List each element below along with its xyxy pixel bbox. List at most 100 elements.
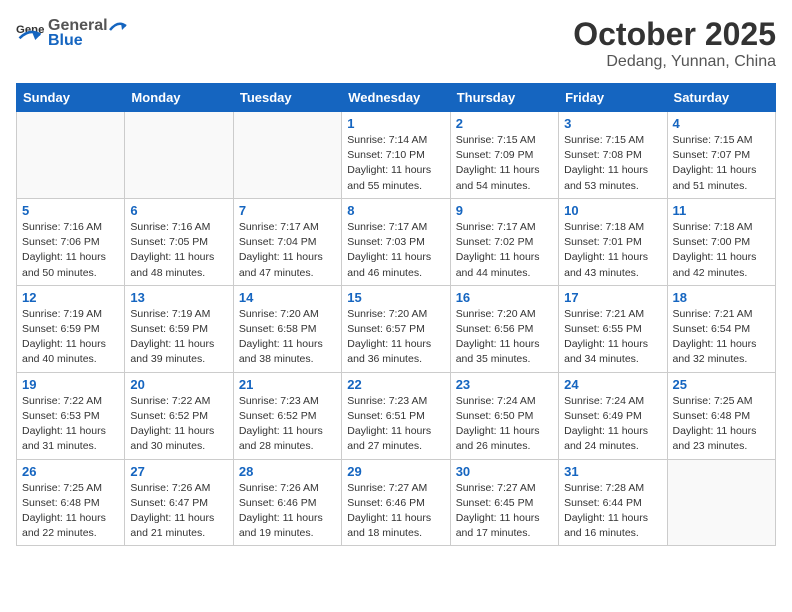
calendar-cell: 13 Sunrise: 7:19 AMSunset: 6:59 PMDayligh… <box>125 285 233 372</box>
calendar-cell: 25 Sunrise: 7:25 AMSunset: 6:48 PMDayligh… <box>667 372 775 459</box>
day-info: Sunrise: 7:26 AMSunset: 6:46 PMDaylight:… <box>239 481 336 542</box>
weekday-header: Monday <box>125 84 233 112</box>
day-number: 25 <box>673 377 770 392</box>
calendar-cell: 31 Sunrise: 7:28 AMSunset: 6:44 PMDayligh… <box>559 459 667 546</box>
day-number: 18 <box>673 290 770 305</box>
weekday-header: Tuesday <box>233 84 341 112</box>
day-info: Sunrise: 7:17 AMSunset: 7:03 PMDaylight:… <box>347 220 444 281</box>
week-row: 26Sunrise: 7:25 AMSunset: 6:48 PMDayligh… <box>17 459 776 546</box>
day-info: Sunrise: 7:15 AMSunset: 7:09 PMDaylight:… <box>456 133 553 194</box>
day-number: 22 <box>347 377 444 392</box>
day-number: 7 <box>239 203 336 218</box>
day-info: Sunrise: 7:17 AMSunset: 7:02 PMDaylight:… <box>456 220 553 281</box>
day-number: 28 <box>239 464 336 479</box>
day-info: Sunrise: 7:16 AMSunset: 7:05 PMDaylight:… <box>130 220 227 281</box>
weekday-header-row: SundayMondayTuesdayWednesdayThursdayFrid… <box>17 84 776 112</box>
page-header: General General Blue October 2025 Dedang… <box>16 16 776 71</box>
calendar-cell: 19 Sunrise: 7:22 AMSunset: 6:53 PMDayligh… <box>17 372 125 459</box>
day-info: Sunrise: 7:24 AMSunset: 6:50 PMDaylight:… <box>456 394 553 455</box>
day-info: Sunrise: 7:20 AMSunset: 6:56 PMDaylight:… <box>456 307 553 368</box>
calendar-cell <box>17 112 125 199</box>
calendar-cell: 8 Sunrise: 7:17 AMSunset: 7:03 PMDaylight… <box>342 198 450 285</box>
day-info: Sunrise: 7:22 AMSunset: 6:52 PMDaylight:… <box>130 394 227 455</box>
calendar-cell: 21Sunrise: 7:23 AMSunset: 6:52 PMDayligh… <box>233 372 341 459</box>
weekday-header: Thursday <box>450 84 558 112</box>
calendar-cell: 16 Sunrise: 7:20 AMSunset: 6:56 PMDayligh… <box>450 285 558 372</box>
calendar-cell: 3 Sunrise: 7:15 AMSunset: 7:08 PMDaylight… <box>559 112 667 199</box>
calendar-cell: 11 Sunrise: 7:18 AMSunset: 7:00 PMDayligh… <box>667 198 775 285</box>
day-info: Sunrise: 7:25 AMSunset: 6:48 PMDaylight:… <box>673 394 770 455</box>
day-number: 24 <box>564 377 661 392</box>
day-info: Sunrise: 7:25 AMSunset: 6:48 PMDaylight:… <box>22 481 119 542</box>
calendar-cell: 12 Sunrise: 7:19 AMSunset: 6:59 PMDayligh… <box>17 285 125 372</box>
day-number: 31 <box>564 464 661 479</box>
calendar-cell: 20 Sunrise: 7:22 AMSunset: 6:52 PMDayligh… <box>125 372 233 459</box>
week-row: 5Sunrise: 7:16 AMSunset: 7:06 PMDaylight… <box>17 198 776 285</box>
day-info: Sunrise: 7:19 AMSunset: 6:59 PMDaylight:… <box>22 307 119 368</box>
day-number: 11 <box>673 203 770 218</box>
weekday-header: Wednesday <box>342 84 450 112</box>
calendar-cell <box>125 112 233 199</box>
day-info: Sunrise: 7:16 AMSunset: 7:06 PMDaylight:… <box>22 220 119 281</box>
calendar-cell: 24 Sunrise: 7:24 AMSunset: 6:49 PMDayligh… <box>559 372 667 459</box>
day-info: Sunrise: 7:19 AMSunset: 6:59 PMDaylight:… <box>130 307 227 368</box>
day-info: Sunrise: 7:14 AMSunset: 7:10 PMDaylight:… <box>347 133 444 194</box>
logo-text-block: General Blue <box>48 16 128 50</box>
day-info: Sunrise: 7:26 AMSunset: 6:47 PMDaylight:… <box>130 481 227 542</box>
calendar-cell <box>233 112 341 199</box>
day-info: Sunrise: 7:20 AMSunset: 6:58 PMDaylight:… <box>239 307 336 368</box>
logo-icon: General <box>16 19 44 47</box>
calendar-cell: 23 Sunrise: 7:24 AMSunset: 6:50 PMDayligh… <box>450 372 558 459</box>
week-row: 19 Sunrise: 7:22 AMSunset: 6:53 PMDayligh… <box>17 372 776 459</box>
day-number: 2 <box>456 116 553 131</box>
day-info: Sunrise: 7:24 AMSunset: 6:49 PMDaylight:… <box>564 394 661 455</box>
day-number: 10 <box>564 203 661 218</box>
calendar-cell <box>667 459 775 546</box>
day-number: 8 <box>347 203 444 218</box>
calendar-subtitle: Dedang, Yunnan, China <box>573 53 776 71</box>
calendar-cell: 28 Sunrise: 7:26 AMSunset: 6:46 PMDayligh… <box>233 459 341 546</box>
day-info: Sunrise: 7:27 AMSunset: 6:45 PMDaylight:… <box>456 481 553 542</box>
day-number: 27 <box>130 464 227 479</box>
day-number: 30 <box>456 464 553 479</box>
calendar-cell: 30 Sunrise: 7:27 AMSunset: 6:45 PMDayligh… <box>450 459 558 546</box>
logo-arrow-icon <box>108 16 128 36</box>
day-number: 3 <box>564 116 661 131</box>
day-info: Sunrise: 7:17 AMSunset: 7:04 PMDaylight:… <box>239 220 336 281</box>
day-info: Sunrise: 7:20 AMSunset: 6:57 PMDaylight:… <box>347 307 444 368</box>
calendar-cell: 26Sunrise: 7:25 AMSunset: 6:48 PMDayligh… <box>17 459 125 546</box>
day-number: 20 <box>130 377 227 392</box>
calendar-cell: 10Sunrise: 7:18 AMSunset: 7:01 PMDayligh… <box>559 198 667 285</box>
day-info: Sunrise: 7:23 AMSunset: 6:51 PMDaylight:… <box>347 394 444 455</box>
day-number: 23 <box>456 377 553 392</box>
day-info: Sunrise: 7:15 AMSunset: 7:07 PMDaylight:… <box>673 133 770 194</box>
week-row: 12 Sunrise: 7:19 AMSunset: 6:59 PMDayligh… <box>17 285 776 372</box>
calendar-cell: 17 Sunrise: 7:21 AMSunset: 6:55 PMDayligh… <box>559 285 667 372</box>
day-number: 17 <box>564 290 661 305</box>
day-number: 19 <box>22 377 119 392</box>
calendar-cell: 4 Sunrise: 7:15 AMSunset: 7:07 PMDaylight… <box>667 112 775 199</box>
day-number: 6 <box>130 203 227 218</box>
day-info: Sunrise: 7:15 AMSunset: 7:08 PMDaylight:… <box>564 133 661 194</box>
day-number: 16 <box>456 290 553 305</box>
calendar-cell: 2 Sunrise: 7:15 AMSunset: 7:09 PMDaylight… <box>450 112 558 199</box>
day-number: 21 <box>239 377 336 392</box>
day-number: 29 <box>347 464 444 479</box>
day-number: 12 <box>22 290 119 305</box>
day-number: 4 <box>673 116 770 131</box>
day-info: Sunrise: 7:28 AMSunset: 6:44 PMDaylight:… <box>564 481 661 542</box>
calendar-cell: 15Sunrise: 7:20 AMSunset: 6:57 PMDayligh… <box>342 285 450 372</box>
day-info: Sunrise: 7:18 AMSunset: 7:00 PMDaylight:… <box>673 220 770 281</box>
day-info: Sunrise: 7:21 AMSunset: 6:55 PMDaylight:… <box>564 307 661 368</box>
day-info: Sunrise: 7:22 AMSunset: 6:53 PMDaylight:… <box>22 394 119 455</box>
calendar-cell: 18Sunrise: 7:21 AMSunset: 6:54 PMDayligh… <box>667 285 775 372</box>
title-block: October 2025 Dedang, Yunnan, China <box>573 16 776 71</box>
calendar-cell: 22 Sunrise: 7:23 AMSunset: 6:51 PMDayligh… <box>342 372 450 459</box>
calendar-cell: 27 Sunrise: 7:26 AMSunset: 6:47 PMDayligh… <box>125 459 233 546</box>
calendar-cell: 9Sunrise: 7:17 AMSunset: 7:02 PMDaylight… <box>450 198 558 285</box>
calendar-cell: 7 Sunrise: 7:17 AMSunset: 7:04 PMDaylight… <box>233 198 341 285</box>
calendar-title: October 2025 <box>573 16 776 53</box>
day-number: 13 <box>130 290 227 305</box>
logo: General General Blue <box>16 16 128 50</box>
day-number: 1 <box>347 116 444 131</box>
